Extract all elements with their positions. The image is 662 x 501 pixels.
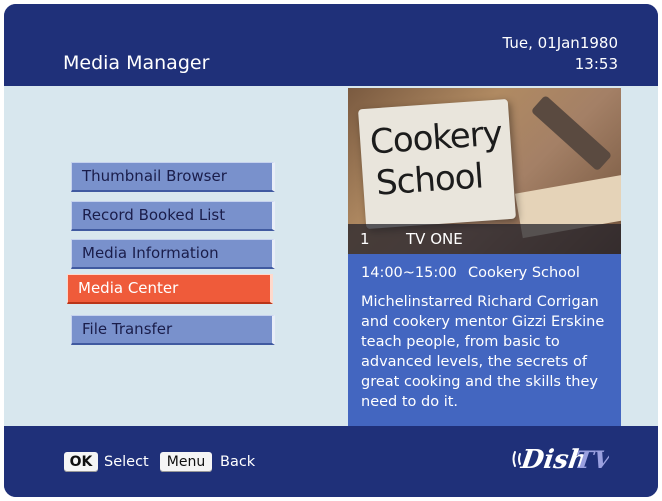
preview-knife	[530, 94, 613, 172]
preview-sign-text-2: School	[374, 156, 485, 204]
tv-screen: Media Manager Tue, 01Jan1980 13:53 Thumb…	[4, 4, 658, 497]
channel-number: 1	[360, 230, 370, 248]
menu-item-file-transfer[interactable]: File Transfer	[71, 315, 275, 345]
menu-item-media-center[interactable]: Media Center	[67, 274, 273, 304]
time-display: 13:53	[574, 55, 618, 73]
svg-text:TV: TV	[573, 445, 609, 474]
video-preview: Cookery School 1 TV ONE	[348, 88, 621, 254]
menu-key-label: Back	[220, 454, 256, 470]
date-display: Tue, 01Jan1980	[502, 34, 618, 52]
menu-key-button[interactable]: Menu	[160, 452, 212, 472]
program-time: 14:00~15:00	[361, 265, 457, 281]
content-area: Thumbnail Browser Record Booked List Med…	[4, 86, 658, 426]
ok-key-button[interactable]: OK	[64, 452, 98, 472]
program-name: Cookery School	[468, 265, 580, 281]
channel-info-bar: 1 TV ONE	[348, 224, 621, 254]
page-title: Media Manager	[63, 52, 210, 74]
footer-bar: OK Select Menu Back Dish TV	[4, 426, 658, 497]
program-info-panel: 14:00~15:00 Cookery School Michelinstarr…	[348, 254, 621, 426]
dish-tv-logo: Dish TV	[512, 444, 609, 475]
program-description: Michelinstarred Richard Corrigan and coo…	[361, 294, 605, 410]
ok-key-label: Select	[104, 454, 149, 470]
menu-item-record-booked-list[interactable]: Record Booked List	[71, 201, 275, 231]
menu-item-media-information[interactable]: Media Information	[71, 239, 275, 269]
channel-name: TV ONE	[406, 230, 463, 248]
header-bar: Media Manager Tue, 01Jan1980 13:53	[4, 4, 658, 86]
menu-item-thumbnail-browser[interactable]: Thumbnail Browser	[71, 162, 275, 192]
